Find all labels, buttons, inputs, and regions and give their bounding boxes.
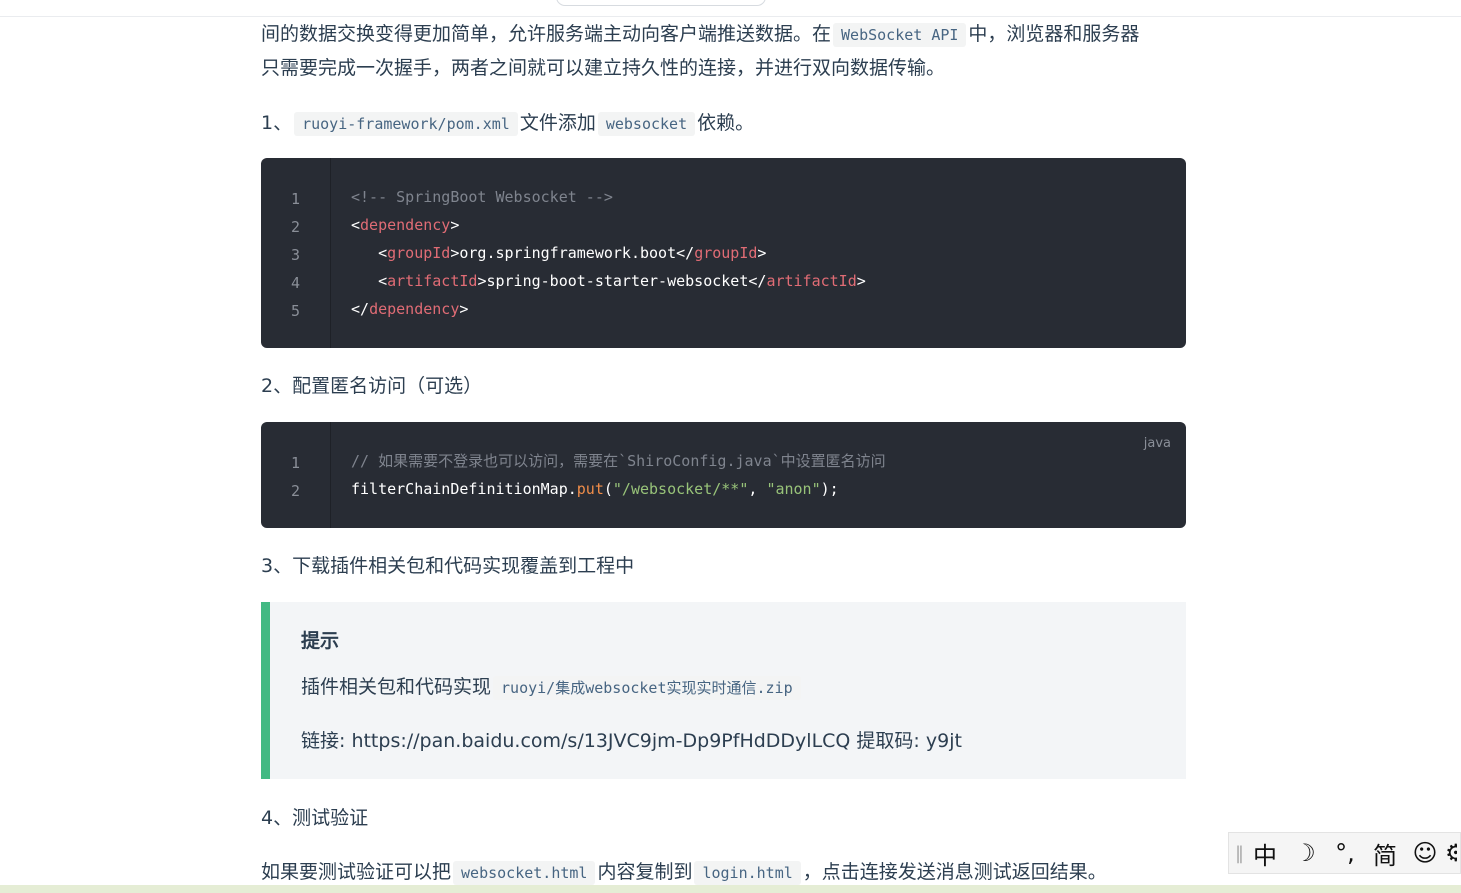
code-lines: // 如果需要不登录也可以访问，需要在`ShiroConfig.java`中设置…: [351, 447, 886, 503]
code-block-pom[interactable]: 1 2 3 4 5 <!-- SpringBoot Websocket --> …: [261, 158, 1186, 348]
code-block-java[interactable]: java 1 2 // 如果需要不登录也可以访问，需要在`ShiroConfig…: [261, 422, 1186, 528]
final-text: 内容复制到: [597, 861, 693, 883]
settings-icon[interactable]: ⚙: [1445, 839, 1457, 867]
search-box[interactable]: [556, 0, 766, 6]
moon-icon[interactable]: ☽: [1285, 839, 1325, 867]
intro-line-1: 间的数据交换变得更加简单，允许服务端主动向客户端推送数据。在 WebSocket …: [261, 17, 1139, 52]
emoji-icon[interactable]: ☺: [1405, 839, 1445, 867]
tip-box: 提示 插件相关包和代码实现 ruoyi/集成websocket实现实时通信.zip…: [261, 602, 1186, 779]
code-lines: <!-- SpringBoot Websocket --> <dependenc…: [351, 183, 866, 323]
punct: >: [459, 300, 469, 318]
final-text: 如果要测试验证可以把: [261, 861, 452, 883]
code-line: // 如果需要不登录也可以访问，需要在`ShiroConfig.java`中设置…: [351, 447, 886, 475]
line-number: 3: [290, 246, 301, 264]
inline-code-pom-path: ruoyi-framework/pom.xml: [294, 112, 518, 136]
java-method: put: [576, 480, 604, 498]
step-2-text: 2、配置匿名访问（可选）: [261, 375, 483, 397]
punct: </: [351, 300, 370, 318]
xml-tag: artifactId: [766, 272, 857, 290]
java-string: "anon": [766, 480, 821, 498]
step-1-suffix: 依赖。: [697, 112, 755, 134]
ime-chinese-mode-button[interactable]: 中: [1245, 836, 1285, 871]
step-1-prefix: 1、: [261, 112, 293, 134]
step-1-middle: 文件添加: [519, 112, 596, 134]
tip-title: 提示: [301, 630, 340, 652]
inline-code-login-html: login.html: [694, 861, 801, 885]
inline-code-websocket-html: websocket.html: [453, 861, 596, 885]
code-lang-label: java: [1143, 436, 1171, 451]
line-number: 1: [290, 190, 301, 208]
ime-toolbar: ‖ 中 ☽ °, 简 ☺ ⚙: [1228, 832, 1461, 874]
java-comment: // 如果需要不登录也可以访问，需要在`ShiroConfig.java`中设置…: [351, 452, 886, 470]
line-number: 5: [290, 302, 301, 320]
step-3-text: 3、下载插件相关包和代码实现覆盖到工程中: [261, 555, 635, 577]
java-string: "/websocket/**": [612, 480, 749, 498]
line-numbers: 1 2 3 4 5: [261, 158, 331, 348]
line-number: 2: [290, 218, 301, 236]
top-navbar: [0, 0, 1461, 17]
punct: >: [450, 216, 460, 234]
code-line: <!-- SpringBoot Websocket -->: [351, 183, 866, 211]
ime-drag-handle[interactable]: ‖: [1235, 843, 1245, 864]
tip-text: 插件相关包和代码实现: [301, 676, 492, 698]
punct: );: [820, 480, 839, 498]
xml-tag: groupId: [387, 244, 451, 262]
punct: <: [351, 216, 361, 234]
line-numbers: 1 2: [261, 422, 331, 528]
inline-code-websocket-api: WebSocket API: [833, 23, 967, 47]
punct: ,: [748, 480, 767, 498]
punct: <: [378, 244, 388, 262]
xml-tag: groupId: [694, 244, 758, 262]
code-line: </dependency>: [351, 295, 866, 323]
xml-tag: dependency: [369, 300, 460, 318]
punct: </: [676, 244, 695, 262]
intro-text: 间的数据交换变得更加简单，允许服务端主动向客户端推送数据。在: [261, 23, 832, 45]
punct: (: [603, 480, 613, 498]
punct: <: [378, 272, 388, 290]
punct: >: [856, 272, 866, 290]
punctuation-mode-button[interactable]: °,: [1325, 839, 1365, 867]
tip-download-link[interactable]: 链接: https://pan.baidu.com/s/13JVC9jm-Dp9…: [301, 726, 962, 756]
tip-line-1: 插件相关包和代码实现 ruoyi/集成websocket实现实时通信.zip: [301, 672, 803, 703]
line-number: 4: [290, 274, 301, 292]
xml-comment: <!-- SpringBoot Websocket -->: [351, 188, 613, 206]
code-line: <artifactId>spring-boot-starter-websocke…: [351, 267, 866, 295]
step-1-text: 1、 ruoyi-framework/pom.xml 文件添加 websocket 依赖…: [261, 106, 754, 141]
line-number: 2: [290, 482, 301, 500]
inline-code-websocket: websocket: [597, 112, 696, 136]
inline-code-zip: ruoyi/集成websocket实现实时通信.zip: [493, 676, 801, 700]
intro-text: 中，浏览器和服务器: [968, 23, 1140, 45]
code-line: filterChainDefinitionMap.put("/websocket…: [351, 475, 886, 503]
punct: </: [748, 272, 767, 290]
intro-line-2: 只需要完成一次握手，两者之间就可以建立持久性的连接，并进行双向数据传输。: [261, 57, 946, 79]
punct: .: [567, 480, 577, 498]
step-4-text: 4、测试验证: [261, 807, 369, 829]
java-identifier: filterChainDefinitionMap: [351, 480, 568, 498]
code-line: <dependency>: [351, 211, 866, 239]
ime-simplified-button[interactable]: 简: [1365, 836, 1405, 871]
xml-value: spring-boot-starter-websocket: [486, 272, 749, 290]
punct: >: [757, 244, 767, 262]
xml-tag: dependency: [360, 216, 451, 234]
xml-value: org.springframework.boot: [459, 244, 677, 262]
line-number: 1: [290, 454, 301, 472]
code-line: <groupId>org.springframework.boot</group…: [351, 239, 866, 267]
final-text: ，点击连接发送消息测试返回结果。: [802, 861, 1107, 883]
xml-tag: artifactId: [387, 272, 478, 290]
bottom-strip: [0, 885, 1461, 893]
